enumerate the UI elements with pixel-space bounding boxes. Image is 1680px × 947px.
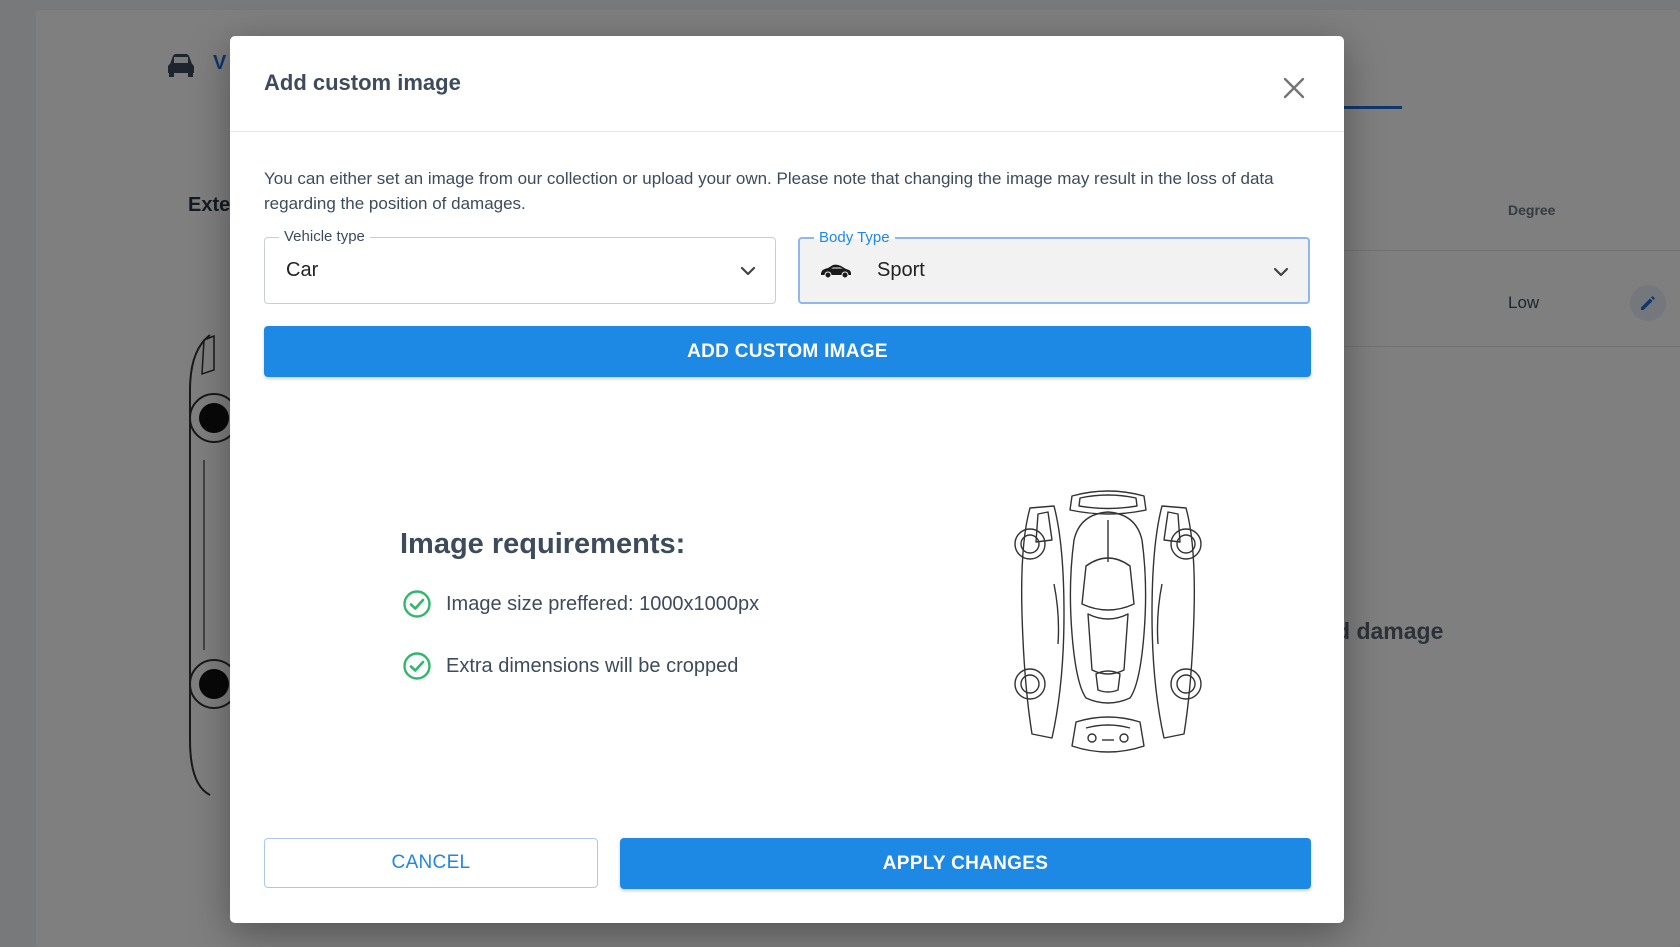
add-custom-image-button[interactable]: ADD CUSTOM IMAGE xyxy=(264,326,1311,377)
sport-car-icon xyxy=(821,264,851,279)
check-circle-icon xyxy=(403,652,431,680)
cancel-button[interactable]: CANCEL xyxy=(264,838,598,888)
add-custom-image-dialog: Add custom image You can either set an i… xyxy=(230,36,1344,923)
body-type-value: Sport xyxy=(877,259,925,281)
requirements-title: Image requirements: xyxy=(400,528,686,560)
apply-changes-button[interactable]: APPLY CHANGES xyxy=(620,838,1311,889)
chevron-down-icon xyxy=(740,266,756,276)
body-type-label: Body Type xyxy=(814,228,895,248)
requirement-item: Extra dimensions will be cropped xyxy=(402,651,738,681)
vehicle-type-label: Vehicle type xyxy=(279,227,370,247)
body-type-select[interactable]: Body Type Sport xyxy=(798,228,1310,304)
check-circle-icon xyxy=(403,590,431,618)
requirement-text: Image size preffered: 1000x1000px xyxy=(446,592,760,615)
dialog-title: Add custom image xyxy=(264,70,461,95)
requirement-text: Extra dimensions will be cropped xyxy=(446,654,739,677)
requirement-item: Image size preffered: 1000x1000px xyxy=(402,589,759,619)
vehicle-type-value: Car xyxy=(286,259,319,281)
dialog-description: You can either set an image from our col… xyxy=(264,169,1274,213)
close-button[interactable] xyxy=(1276,70,1312,106)
car-diagram-preview xyxy=(1014,490,1202,753)
vehicle-type-select[interactable]: Vehicle type Car xyxy=(264,227,776,304)
dialog-header: Add custom image xyxy=(230,36,1344,132)
chevron-down-icon xyxy=(1273,267,1289,277)
close-icon xyxy=(1283,77,1305,99)
